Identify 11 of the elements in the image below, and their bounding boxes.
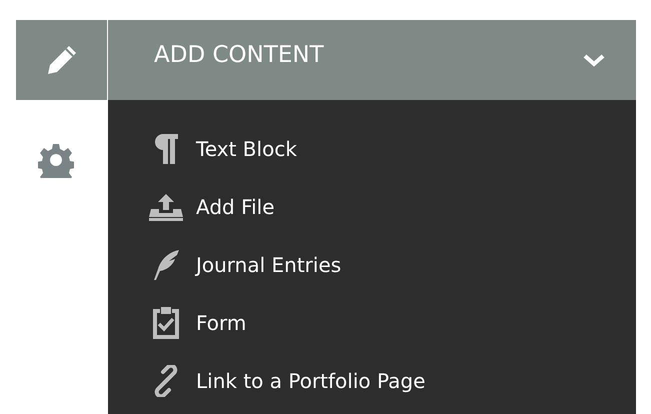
panel-title: ADD CONTENT [154, 41, 324, 70]
edit-tab[interactable] [16, 20, 108, 100]
menu-item[interactable]: Add File [148, 178, 636, 236]
chevron-icon [582, 52, 606, 68]
menu-item[interactable]: Text Block [148, 120, 636, 178]
menu-item[interactable]: Link to a Portfolio Page [148, 352, 636, 410]
panel-header[interactable]: ADD CONTENT [108, 20, 636, 100]
upload-icon [148, 193, 184, 221]
menu-item[interactable]: Form [148, 294, 636, 352]
settings-icon[interactable] [38, 142, 74, 178]
menu-item[interactable]: Journal Entries [148, 236, 636, 294]
